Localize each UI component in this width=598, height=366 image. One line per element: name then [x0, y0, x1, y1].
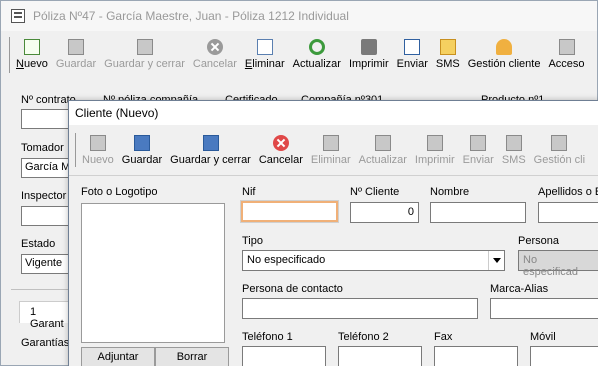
- sms-button[interactable]: SMS: [436, 37, 460, 70]
- save-icon: [67, 39, 84, 55]
- inspector-label: Inspector: [21, 190, 67, 202]
- access-button[interactable]: Acceso: [548, 37, 585, 70]
- surname-input[interactable]: [538, 202, 598, 223]
- brand-alias-input[interactable]: [490, 298, 598, 319]
- delete-button[interactable]: Eliminar: [245, 37, 285, 70]
- refresh-icon: [374, 135, 391, 151]
- send-icon: [404, 39, 421, 55]
- policy-toolbar: Nuevo Guardar Guardar y cerrar Cancelar …: [9, 37, 597, 77]
- delete-document-icon: [256, 39, 273, 55]
- contact-person-input[interactable]: [242, 298, 478, 319]
- client-dialog: Cliente (Nuevo) Nuevo Guardar Guardar y …: [68, 100, 598, 366]
- toolbar-separator: [75, 133, 76, 167]
- client-cancel-button[interactable]: Cancelar: [259, 133, 303, 166]
- client-icon: [551, 135, 568, 151]
- name-input[interactable]: [430, 202, 526, 223]
- client-save-button[interactable]: Guardar: [122, 133, 162, 166]
- save-button[interactable]: Guardar: [56, 37, 96, 70]
- client-icon: [496, 39, 513, 55]
- tab-garantias[interactable]: 1 Garant: [19, 301, 71, 330]
- attach-button[interactable]: Adjuntar: [81, 347, 155, 366]
- new-document-icon: [23, 39, 40, 55]
- client-toolbar: Nuevo Guardar Guardar y cerrar Cancelar …: [75, 133, 598, 169]
- client-refresh-button[interactable]: Actualizar: [359, 133, 407, 166]
- cancel-button[interactable]: Cancelar: [193, 37, 237, 70]
- app-icon: [11, 9, 25, 23]
- toolbar-divider: [69, 175, 598, 176]
- photo-label: Foto o Logotipo: [81, 186, 158, 198]
- cancel-icon: [272, 135, 289, 151]
- phone2-input[interactable]: [338, 346, 422, 366]
- client-save-close-button[interactable]: Guardar y cerrar: [170, 133, 251, 166]
- toolbar-separator: [9, 37, 10, 73]
- printer-icon: [360, 39, 377, 55]
- client-management-button[interactable]: Gestión cli: [534, 133, 585, 166]
- person-label: Persona: [518, 235, 559, 247]
- client-management-button[interactable]: Gestión cliente: [468, 37, 540, 70]
- fax-label: Fax: [434, 331, 453, 343]
- mobile-label: Móvil: [530, 331, 556, 343]
- client-sms-button[interactable]: SMS: [502, 133, 526, 166]
- save-close-icon: [136, 39, 153, 55]
- save-close-icon: [202, 135, 219, 151]
- delete-photo-button[interactable]: Borrar: [155, 347, 229, 366]
- brand-alias-label: Marca-Alias: [490, 283, 549, 295]
- policy-window-titlebar: Póliza Nº47 - García Maestre, Juan - Pól…: [1, 1, 597, 31]
- save-icon: [133, 135, 150, 151]
- type-label: Tipo: [242, 235, 263, 247]
- new-document-icon: [89, 135, 106, 151]
- mobile-input[interactable]: [530, 346, 598, 366]
- sms-icon: [505, 135, 522, 151]
- client-print-button[interactable]: Imprimir: [415, 133, 455, 166]
- client-send-button[interactable]: Enviar: [463, 133, 494, 166]
- nif-label: Nif: [242, 186, 256, 198]
- client-number-input[interactable]: 0: [350, 202, 419, 223]
- save-and-close-button[interactable]: Guardar y cerrar: [104, 37, 185, 70]
- cancel-icon: [206, 39, 223, 55]
- guarantees-label: Garantías: [21, 337, 70, 349]
- refresh-button[interactable]: Actualizar: [293, 37, 341, 70]
- print-button[interactable]: Imprimir: [349, 37, 389, 70]
- printer-icon: [426, 135, 443, 151]
- name-label: Nombre: [430, 186, 470, 198]
- send-icon: [470, 135, 487, 151]
- phone2-label: Teléfono 2: [338, 331, 389, 343]
- client-dialog-title: Cliente (Nuevo): [69, 101, 598, 125]
- contact-person-label: Persona de contacto: [242, 283, 343, 295]
- client-number-label: Nº Cliente: [350, 186, 400, 198]
- nif-input[interactable]: [240, 200, 339, 223]
- send-button[interactable]: Enviar: [397, 37, 428, 70]
- phone1-input[interactable]: [242, 346, 326, 366]
- phone1-label: Teléfono 1: [242, 331, 293, 343]
- surname-label: Apellidos o E: [538, 186, 598, 198]
- photo-box[interactable]: [81, 203, 225, 343]
- access-icon: [558, 39, 575, 55]
- fax-input[interactable]: [434, 346, 518, 366]
- chevron-down-icon[interactable]: [488, 251, 504, 270]
- policy-window-title: Póliza Nº47 - García Maestre, Juan - Pól…: [33, 9, 349, 23]
- refresh-icon: [308, 39, 325, 55]
- person-select[interactable]: No especificad: [518, 250, 598, 278]
- status-label: Estado: [21, 238, 56, 250]
- delete-icon: [322, 135, 339, 151]
- client-delete-button[interactable]: Eliminar: [311, 133, 351, 166]
- new-button[interactable]: Nuevo: [16, 37, 48, 70]
- type-select[interactable]: No especificado: [242, 250, 505, 271]
- client-new-button[interactable]: Nuevo: [82, 133, 114, 166]
- sms-icon: [439, 39, 456, 55]
- holder-label: Tomador: [21, 142, 64, 154]
